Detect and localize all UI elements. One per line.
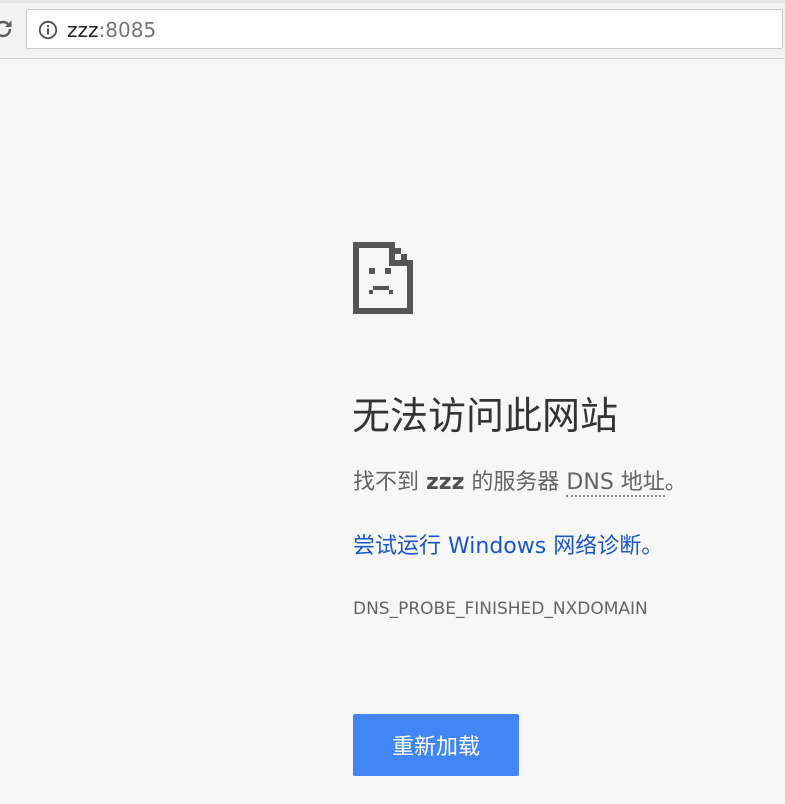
error-summary: 找不到 zzz 的服务器 DNS 地址。 [353,467,687,499]
summary-middle: 的服务器 [464,470,567,495]
run-diagnostics-link[interactable]: 尝试运行 Windows 网络诊断 [353,534,641,559]
tab-strip-edge [0,0,785,3]
browser-toolbar: zzz:8085 [0,0,785,59]
summary-domain: zzz [426,470,465,495]
reload-button[interactable]: 重新加载 [353,714,519,776]
page-title: 无法访问此网站 [352,394,619,438]
url-text[interactable]: zzz:8085 [67,18,156,42]
sad-file-icon [353,242,413,314]
suggestion-suffix: 。 [641,534,664,559]
error-page: 无法访问此网站 找不到 zzz 的服务器 DNS 地址。 尝试运行 Window… [0,59,785,804]
info-icon[interactable] [38,20,58,40]
summary-suffix: 。 [664,470,687,495]
url-host: zzz [67,18,99,42]
dns-term[interactable]: DNS 地址 [566,470,665,497]
url-port: :8085 [98,18,157,42]
address-bar[interactable]: zzz:8085 [26,9,783,49]
error-code: DNS_PROBE_FINISHED_NXDOMAIN [353,599,648,619]
reload-icon[interactable] [0,16,16,42]
diagnostics-suggestion: 尝试运行 Windows 网络诊断。 [353,531,663,563]
summary-prefix: 找不到 [353,470,426,495]
